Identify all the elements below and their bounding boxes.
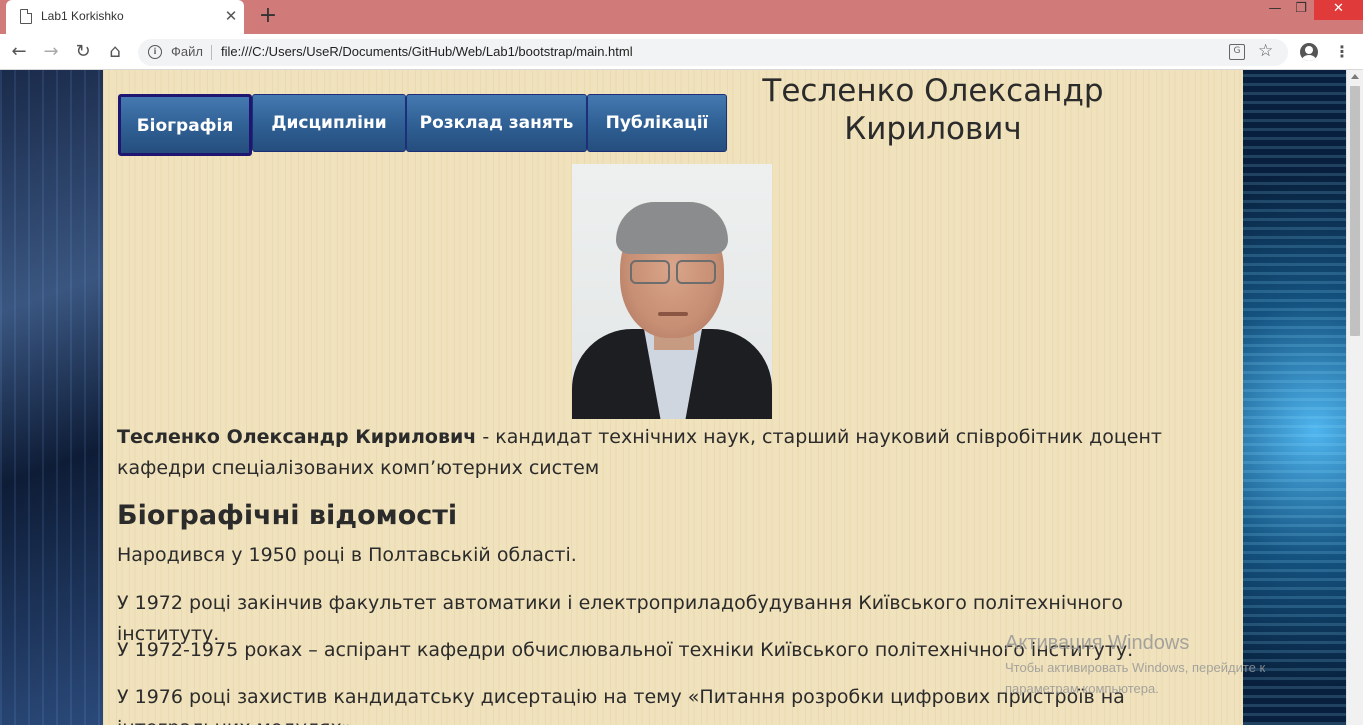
tab-publications[interactable]: Публікації: [587, 94, 727, 152]
browser-tab[interactable]: Lab1 Korkishko ✕: [6, 0, 244, 34]
activation-subtitle: Чтобы активировать Windows, перейдите к …: [1005, 660, 1266, 696]
main-content: Біографія Дисципліни Розклад занять Публ…: [103, 70, 1243, 725]
address-bar[interactable]: i Файл file:///C:/Users/UseR/Documents/G…: [138, 39, 1288, 66]
forward-arrow-icon[interactable]: →: [40, 41, 62, 63]
address-separator: [211, 45, 212, 60]
intro-name: Тесленко Олександр Кирилович: [117, 426, 477, 448]
page-title: Тесленко Олександр Кирилович: [762, 73, 1104, 147]
back-arrow-icon[interactable]: ←: [8, 41, 30, 63]
background-decoration-left: [0, 70, 103, 725]
home-icon[interactable]: ⌂: [104, 41, 126, 63]
translate-icon[interactable]: G: [1229, 44, 1245, 60]
close-window-icon[interactable]: ✕: [1314, 0, 1363, 20]
maximize-window-icon[interactable]: ❐: [1288, 0, 1314, 20]
reload-icon[interactable]: ↻: [72, 41, 94, 63]
tab-close-icon[interactable]: ✕: [222, 7, 240, 25]
url-text[interactable]: file:///C:/Users/UseR/Documents/GitHub/W…: [221, 44, 633, 59]
tab-biography[interactable]: Біографія: [118, 94, 252, 156]
account-icon[interactable]: [1300, 43, 1318, 61]
section-heading: Біографічні відомості: [117, 500, 458, 531]
minimize-window-icon[interactable]: —: [1262, 0, 1288, 20]
background-decoration-right: [1243, 70, 1346, 725]
activation-title: Активация Windows: [1005, 632, 1190, 654]
portrait-photo: [572, 164, 772, 419]
scheme-label: Файл: [171, 44, 203, 59]
menu-icon[interactable]: ⋮: [1334, 42, 1350, 62]
new-tab-icon[interactable]: +: [256, 4, 280, 28]
page-scrollbar[interactable]: [1346, 70, 1363, 725]
bio-paragraph: Народився у 1950 році в Полтавській обла…: [117, 544, 577, 566]
page-favicon-icon: [20, 9, 32, 24]
star-icon[interactable]: ☆: [1258, 41, 1273, 61]
scrollbar-thumb[interactable]: [1350, 86, 1360, 336]
browser-titlebar: Lab1 Korkishko ✕ + — ❐ ✕: [0, 0, 1363, 34]
intro-paragraph: Тесленко Олександр Кирилович - кандидат …: [117, 422, 1227, 484]
tab-title: Lab1 Korkishko: [41, 9, 124, 23]
tab-schedule[interactable]: Розклад занять: [406, 94, 587, 152]
browser-toolbar: ← → ↻ ⌂ i Файл file:///C:/Users/UseR/Doc…: [0, 34, 1363, 70]
tab-disciplines[interactable]: Дисципліни: [252, 94, 406, 152]
scroll-up-icon[interactable]: [1351, 74, 1359, 79]
page-viewport: Біографія Дисципліни Розклад занять Публ…: [0, 70, 1346, 725]
windows-activation-watermark: Активация Windows Чтобы активировать Win…: [1005, 632, 1325, 699]
info-icon[interactable]: i: [148, 45, 162, 59]
